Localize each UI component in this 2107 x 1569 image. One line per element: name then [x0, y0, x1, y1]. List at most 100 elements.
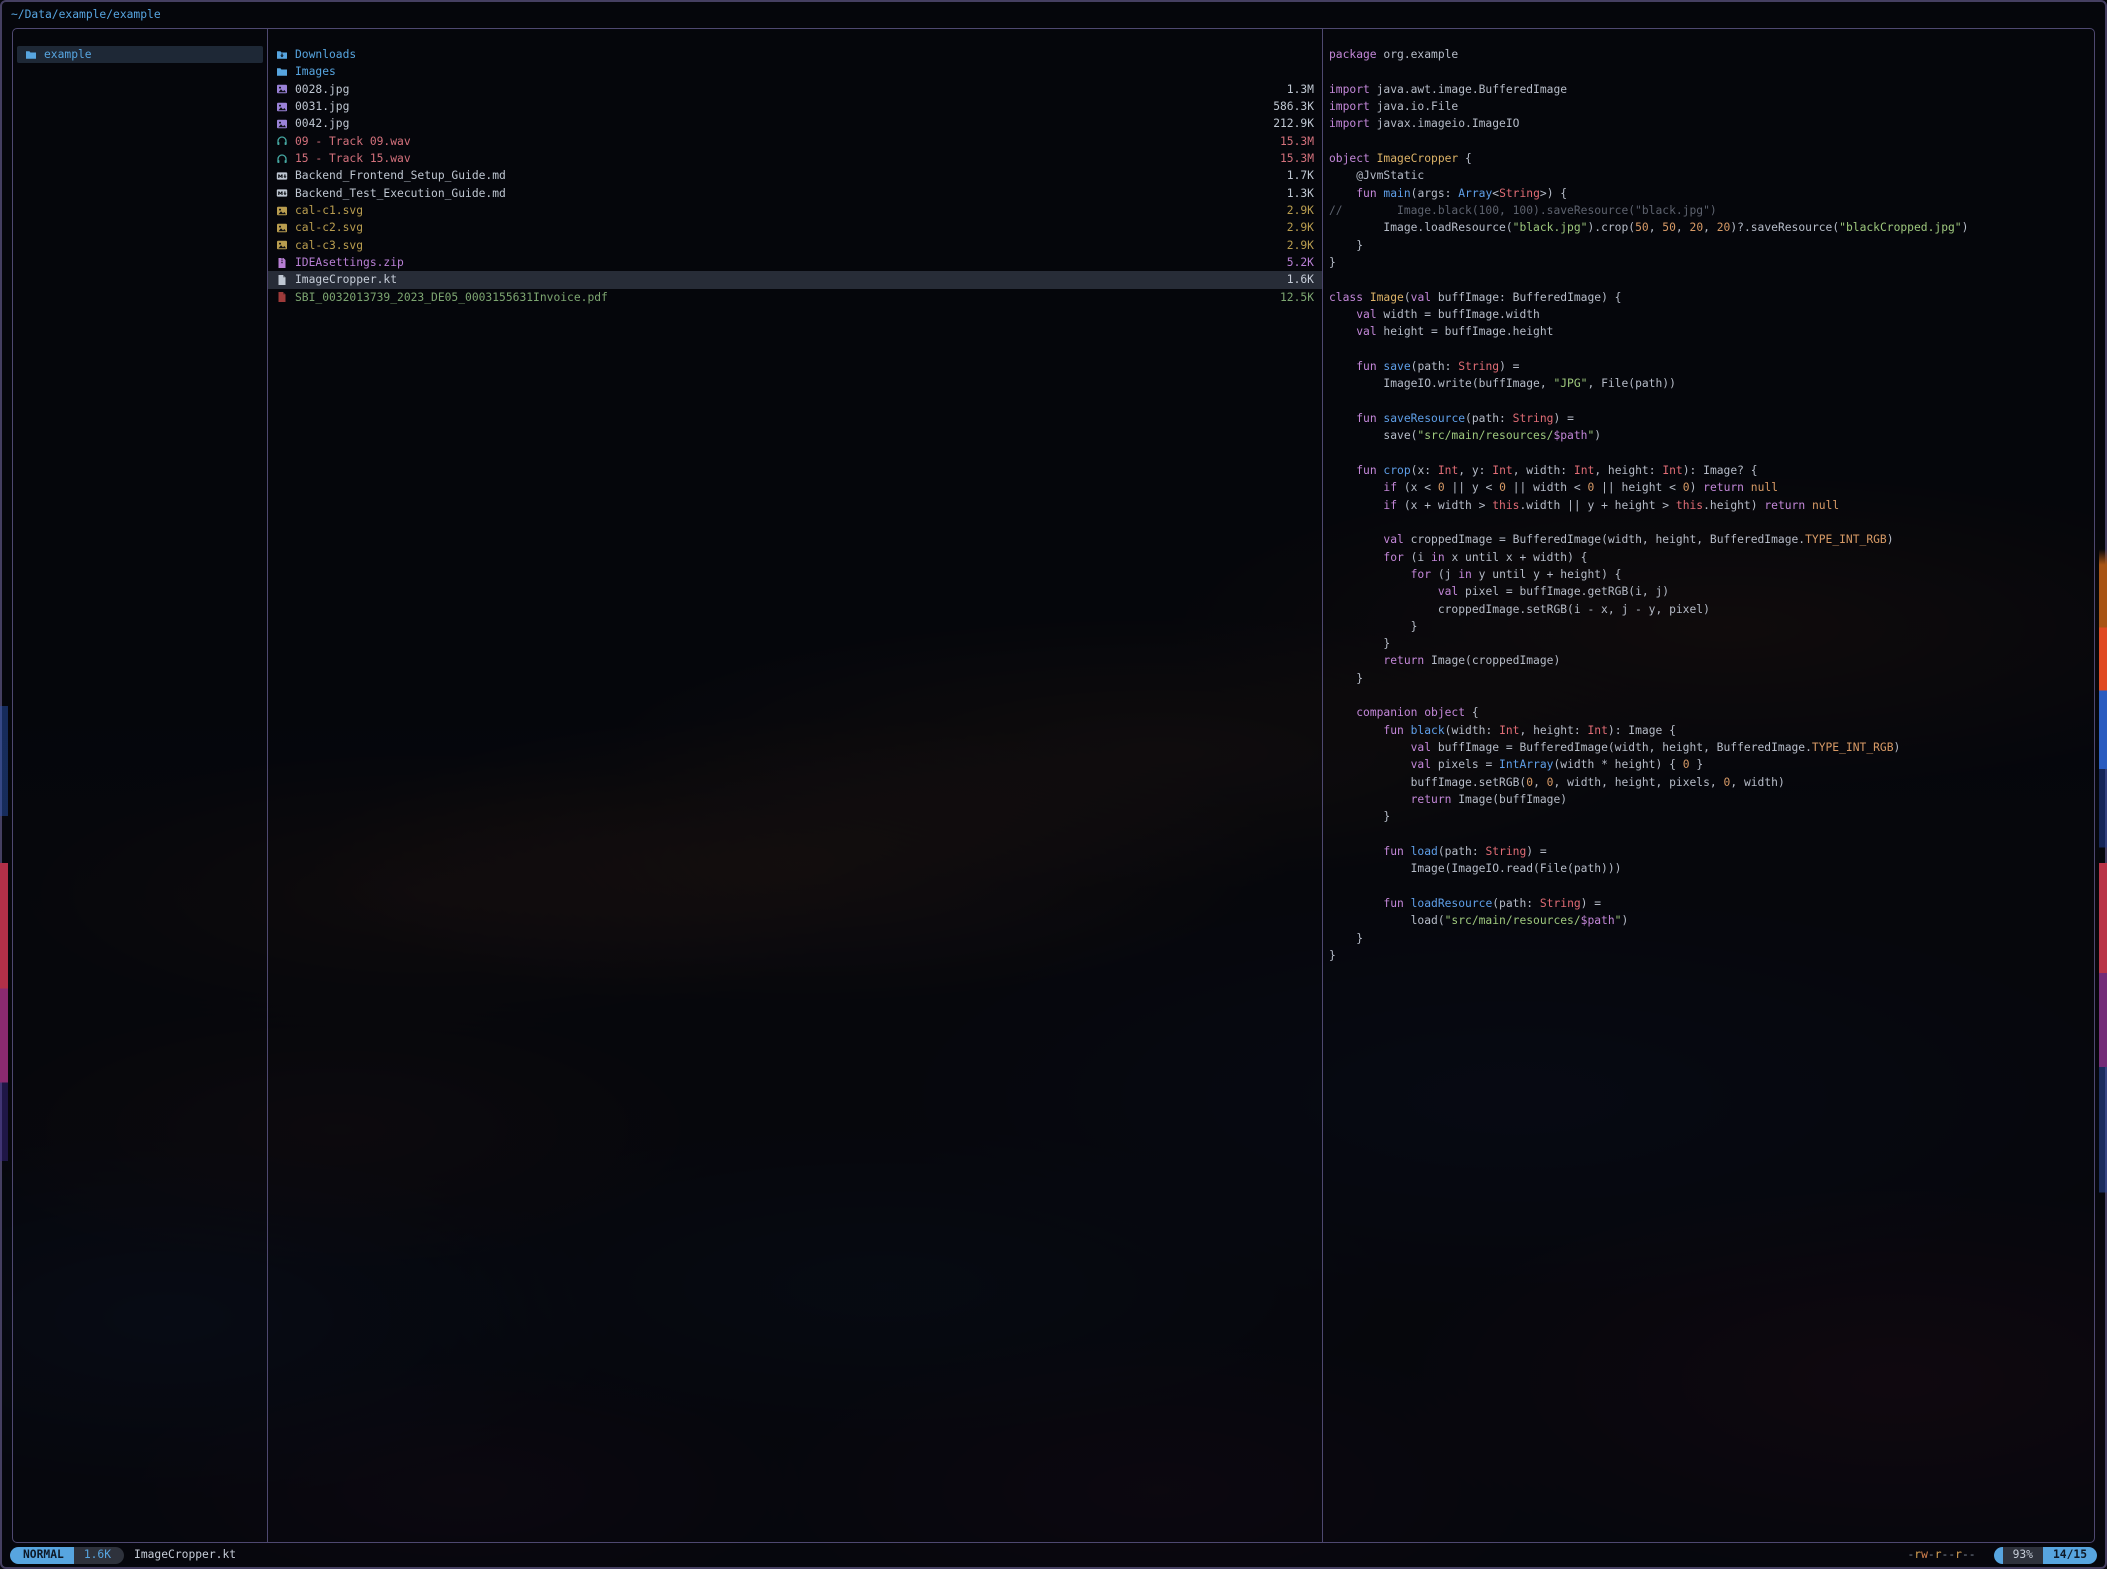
file-row[interactable]: 0031.jpg 586.3K [268, 98, 1322, 115]
code-line: return Image(buffImage) [1329, 791, 2094, 808]
file-size: 1.7K [1287, 167, 1314, 184]
code-line: import javax.imageio.ImageIO [1329, 115, 2094, 132]
code-line: } [1329, 618, 2094, 635]
file-size: 1.6K [1287, 271, 1314, 288]
folder-icon [25, 49, 37, 61]
markdown-icon [276, 170, 288, 182]
code-line: } [1329, 254, 2094, 271]
parent-item-row[interactable]: example [17, 46, 263, 63]
scroll-percent: 93% [2003, 1547, 2043, 1564]
code-line: import java.awt.image.BufferedImage [1329, 81, 2094, 98]
code-line: Image.loadResource("black.jpg").crop(50,… [1329, 219, 2094, 236]
file-size: 2.9K [1287, 219, 1314, 236]
code-line: if (x + width > this.width || y + height… [1329, 497, 2094, 514]
code-line: val pixels = IntArray(width * height) { … [1329, 756, 2094, 773]
code-line: croppedImage.setRGB(i - x, j - y, pixel) [1329, 601, 2094, 618]
file-size: 15.3M [1280, 133, 1314, 150]
file-row[interactable]: cal-c1.svg2.9K [268, 202, 1322, 219]
folder-download-icon [276, 49, 288, 61]
file-name: 0028.jpg [295, 81, 1279, 98]
file-size: 12.5K [1280, 289, 1314, 306]
image-icon [276, 118, 288, 130]
code-line: fun main(args: Array<String>) { [1329, 185, 2094, 202]
code-line: } [1329, 635, 2094, 652]
file-row[interactable]: Backend_Frontend_Setup_Guide.md 1.7K [268, 167, 1322, 184]
code-line: } [1329, 670, 2094, 687]
code-line: class Image(val buffImage: BufferedImage… [1329, 289, 2094, 306]
file-size: 586.3K [1273, 98, 1314, 115]
file-size: 5.2K [1287, 254, 1314, 271]
image-icon [276, 222, 288, 234]
code-line [1329, 63, 2094, 80]
code-line: fun load(path: String) = [1329, 843, 2094, 860]
image-icon [276, 83, 288, 95]
file-row[interactable]: 09 - Track 09.wav15.3M [268, 133, 1322, 150]
file-row[interactable]: 0042.jpg212.9K [268, 115, 1322, 132]
file-name: Downloads [295, 46, 1314, 63]
pill-cap [1994, 1547, 2003, 1564]
file-name: 0031.jpg [295, 98, 1265, 115]
code-line: @JvmStatic [1329, 167, 2094, 184]
code-line: val width = buffImage.width [1329, 306, 2094, 323]
file-size-badge: 1.6K [74, 1547, 124, 1564]
file-name: ImageCropper.kt [295, 271, 1279, 288]
code-line: package org.example [1329, 46, 2094, 63]
file-preview-pane: package org.example import java.awt.imag… [1323, 29, 2094, 1542]
mode-badge: NORMAL [10, 1547, 74, 1564]
file-name: Backend_Test_Execution_Guide.md [295, 185, 1279, 202]
code-line: Image(ImageIO.read(File(path))) [1329, 860, 2094, 877]
image-icon [276, 101, 288, 113]
file-row[interactable]: Backend_Test_Execution_Guide.md 1.3K [268, 185, 1322, 202]
file-row[interactable]: SBI_0032013739_2023_DE05_0003155631Invoi… [268, 289, 1322, 306]
file-name: 15 - Track 15.wav [295, 150, 1272, 167]
code-line: fun black(width: Int, height: Int): Imag… [1329, 722, 2094, 739]
code-preview: package org.example import java.awt.imag… [1329, 46, 2094, 964]
file-row[interactable]: cal-c3.svg2.9K [268, 237, 1322, 254]
file-name: IDEAsettings.zip [295, 254, 1279, 271]
code-line [1329, 133, 2094, 150]
current-path-title: ~/Data/example/example [11, 6, 161, 23]
file-name: cal-c3.svg [295, 237, 1279, 254]
file-name: Images [295, 63, 1314, 80]
file-name: Backend_Frontend_Setup_Guide.md [295, 167, 1279, 184]
image-icon [276, 239, 288, 251]
file-name: example [44, 46, 255, 63]
image-icon [276, 205, 288, 217]
file-name: cal-c2.svg [295, 219, 1279, 236]
file-size: 1.3K [1287, 185, 1314, 202]
file-row[interactable]: ImageCropper.kt 1.6K [268, 271, 1322, 288]
code-line: fun saveResource(path: String) = [1329, 410, 2094, 427]
file-permissions: -rw-r--r-- [1907, 1546, 1975, 1563]
audio-icon [276, 135, 288, 147]
code-line: if (x < 0 || y < 0 || width < 0 || heigh… [1329, 479, 2094, 496]
code-line: return Image(croppedImage) [1329, 652, 2094, 669]
audio-icon [276, 153, 288, 165]
code-line: fun save(path: String) = [1329, 358, 2094, 375]
file-row[interactable]: Downloads [268, 46, 1322, 63]
code-line [1329, 878, 2094, 895]
code-line: val height = buffImage.height [1329, 323, 2094, 340]
folder-icon [276, 66, 288, 78]
code-line [1329, 514, 2094, 531]
code-line [1329, 445, 2094, 462]
code-line: } [1329, 930, 2094, 947]
terminal-window: ~/Data/example/example example Downloads… [0, 0, 2107, 1569]
yazi-file-manager: example DownloadsImages0028.jpg1.3M0031.… [12, 28, 2095, 1543]
code-line: companion object { [1329, 704, 2094, 721]
code-line [1329, 687, 2094, 704]
file-icon [276, 274, 288, 286]
code-line: } [1329, 237, 2094, 254]
file-row[interactable]: 15 - Track 15.wav15.3M [268, 150, 1322, 167]
zip-icon [276, 257, 288, 269]
code-line: ImageIO.write(buffImage, "JPG", File(pat… [1329, 375, 2094, 392]
code-line: fun loadResource(path: String) = [1329, 895, 2094, 912]
file-size: 1.3M [1287, 81, 1314, 98]
markdown-icon [276, 187, 288, 199]
file-row[interactable]: Images [268, 63, 1322, 80]
code-line: save("src/main/resources/$path") [1329, 427, 2094, 444]
file-row[interactable]: 0028.jpg 1.3M [268, 81, 1322, 98]
file-name: cal-c1.svg [295, 202, 1279, 219]
file-row[interactable]: IDEAsettings.zip 5.2K [268, 254, 1322, 271]
code-line [1329, 826, 2094, 843]
file-row[interactable]: cal-c2.svg 2.9K [268, 219, 1322, 236]
